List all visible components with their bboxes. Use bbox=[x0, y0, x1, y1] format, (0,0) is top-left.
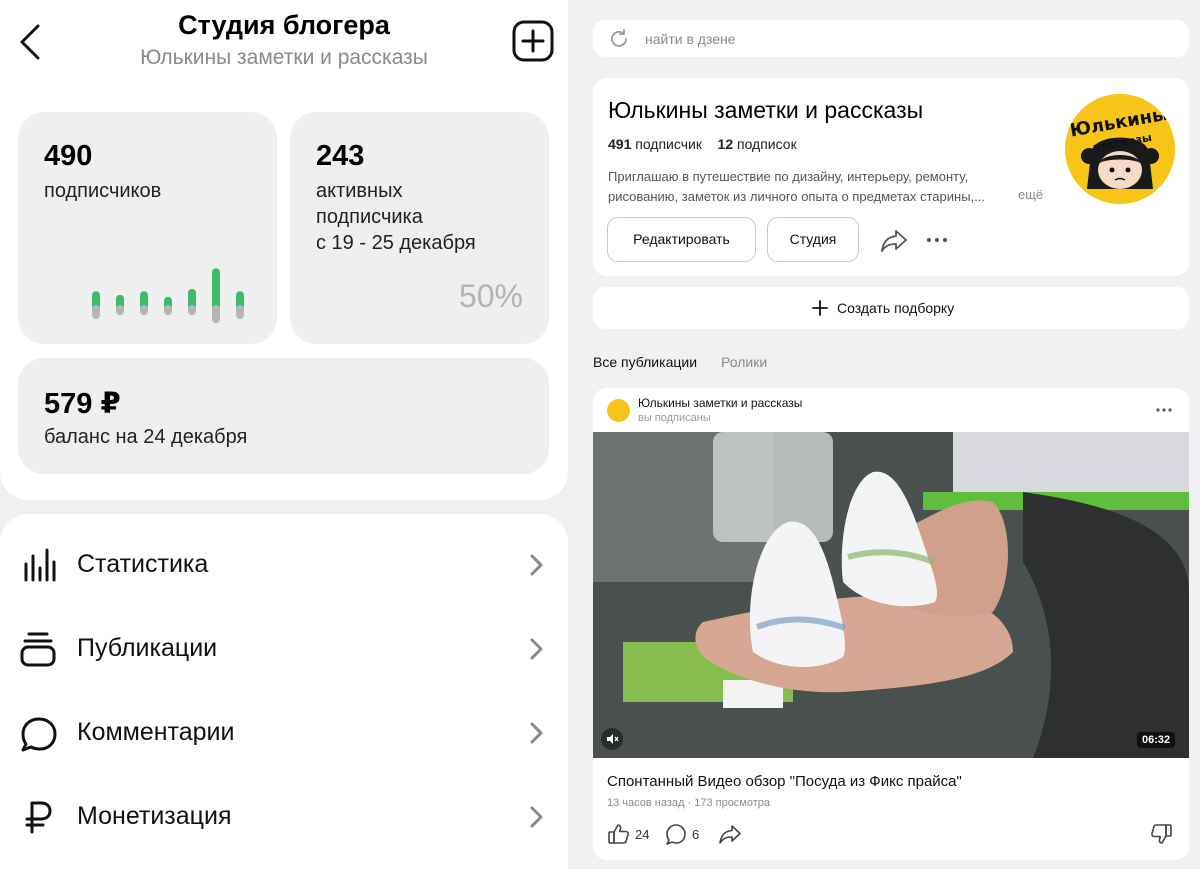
comment-count: 6 bbox=[692, 827, 700, 842]
tab-all-publications[interactable]: Все публикации bbox=[593, 354, 697, 370]
active-subscribers-card[interactable]: 243 активных подписчика с 19 - 25 декабр… bbox=[290, 112, 549, 344]
mute-icon[interactable] bbox=[601, 728, 623, 750]
search-icon bbox=[611, 29, 627, 47]
search-input[interactable]: найти в дзене bbox=[645, 31, 736, 47]
like-button[interactable]: 24 bbox=[607, 822, 657, 846]
channel-stats: 491 подписчик 12 подписок bbox=[608, 136, 797, 152]
page-title: Студия блогера bbox=[178, 10, 390, 40]
dislike-button[interactable] bbox=[1149, 822, 1173, 846]
share-icon bbox=[719, 825, 741, 844]
studio-menu: Статистика Публикации Комментарии Монети… bbox=[0, 514, 568, 869]
subscribers-label: подписчиков bbox=[44, 180, 162, 202]
channel-name: Юлькины заметки и рассказы bbox=[608, 97, 924, 123]
plus-icon bbox=[812, 300, 828, 316]
publications-icon bbox=[20, 632, 56, 667]
active-label-line: активных bbox=[316, 180, 403, 202]
menu-item-monetization[interactable]: Монетизация bbox=[0, 782, 568, 852]
blogger-studio-panel: Студия блогера Юлькины заметки и рассказ… bbox=[0, 0, 568, 869]
dzen-channel-panel: найти в дзене Юлькины заметки и рассказы… bbox=[568, 0, 1200, 869]
avatar-lettering: Юлькины рассказы bbox=[1068, 104, 1169, 154]
like-count: 24 bbox=[635, 827, 650, 842]
add-icon[interactable] bbox=[512, 20, 554, 62]
menu-item-comments[interactable]: Комментарии bbox=[0, 698, 568, 768]
more-options-icon[interactable] bbox=[925, 233, 949, 247]
comments-button[interactable]: 6 bbox=[664, 822, 704, 846]
video-post-card: Юлькины заметки и рассказы вы подписаны bbox=[593, 388, 1189, 860]
chevron-right-icon bbox=[530, 554, 543, 576]
studio-header-section: Студия блогера Юлькины заметки и рассказ… bbox=[0, 0, 568, 500]
subscriptions-count: 12 bbox=[717, 136, 734, 152]
active-subscribers-count: 243 bbox=[316, 140, 365, 172]
active-percent: 50% bbox=[458, 278, 523, 314]
comment-icon bbox=[666, 824, 686, 845]
subscriptions-label[interactable]: подписок bbox=[737, 136, 797, 152]
chevron-right-icon bbox=[530, 638, 543, 660]
chevron-right-icon bbox=[530, 722, 543, 744]
search-bar[interactable]: найти в дзене bbox=[593, 20, 1189, 57]
channel-subtitle: Юлькины заметки и рассказы bbox=[140, 46, 428, 69]
post-meta: 13 часов назад · 173 просмотра bbox=[607, 797, 771, 809]
subscribers-card[interactable]: 490 подписчиков bbox=[18, 112, 277, 344]
subscribers-label[interactable]: подписчик bbox=[635, 136, 702, 152]
share-post-button[interactable] bbox=[718, 822, 744, 846]
thumbs-up-icon bbox=[608, 824, 629, 844]
tab-reels[interactable]: Ролики bbox=[721, 354, 767, 370]
channel-profile-card: Юлькины заметки и рассказы 491 подписчик… bbox=[593, 78, 1189, 276]
ruble-icon bbox=[25, 801, 52, 834]
chevron-right-icon bbox=[530, 806, 543, 828]
post-title[interactable]: Спонтанный Видео обзор "Посуда из Фикс п… bbox=[607, 773, 962, 790]
channel-avatar[interactable]: Юлькины рассказы bbox=[1065, 94, 1175, 204]
subscribers-count: 491 bbox=[608, 136, 632, 152]
share-icon[interactable] bbox=[880, 227, 908, 253]
studio-button[interactable]: Студия bbox=[767, 217, 859, 262]
active-period-label: с 19 - 25 декабря bbox=[316, 232, 476, 254]
menu-label-statistics: Статистика bbox=[77, 550, 209, 578]
post-author-avatar[interactable] bbox=[607, 399, 630, 422]
subscribers-sparkline bbox=[92, 268, 244, 323]
active-subscribers-label: активных подписчика с 19 - 25 декабря bbox=[316, 178, 476, 256]
balance-card[interactable]: 579 ₽ баланс на 24 декабря bbox=[18, 358, 549, 474]
thumbs-down-icon bbox=[1151, 824, 1172, 844]
post-subscription-status: вы подписаны bbox=[638, 412, 711, 424]
create-collection-button[interactable]: Создать подборку bbox=[593, 287, 1189, 329]
menu-label-monetization: Монетизация bbox=[77, 802, 232, 830]
comment-icon bbox=[21, 717, 57, 752]
balance-value: 579 ₽ bbox=[44, 388, 121, 420]
video-thumbnail[interactable]: 06:32 bbox=[593, 432, 1189, 758]
edit-button[interactable]: Редактировать bbox=[607, 217, 756, 262]
video-duration: 06:32 bbox=[1137, 732, 1176, 748]
menu-item-publications[interactable]: Публикации bbox=[0, 614, 568, 684]
balance-label: баланс на 24 декабря bbox=[44, 426, 248, 448]
video-frame-illustration bbox=[593, 432, 1189, 758]
post-author-name[interactable]: Юлькины заметки и рассказы bbox=[638, 396, 802, 410]
menu-label-publications: Публикации bbox=[77, 634, 218, 662]
active-label-line: подписчика bbox=[316, 206, 423, 228]
menu-item-statistics[interactable]: Статистика bbox=[0, 530, 568, 600]
description-more-link[interactable]: ещё bbox=[1018, 187, 1043, 202]
menu-label-comments: Комментарии bbox=[77, 718, 235, 746]
create-collection-label: Создать подборку bbox=[837, 300, 955, 316]
channel-description: Приглашаю в путешествие по дизайну, инте… bbox=[608, 169, 985, 204]
subscribers-count: 490 bbox=[44, 140, 93, 172]
bar-chart-icon bbox=[24, 548, 56, 582]
post-more-icon[interactable] bbox=[1155, 406, 1173, 414]
